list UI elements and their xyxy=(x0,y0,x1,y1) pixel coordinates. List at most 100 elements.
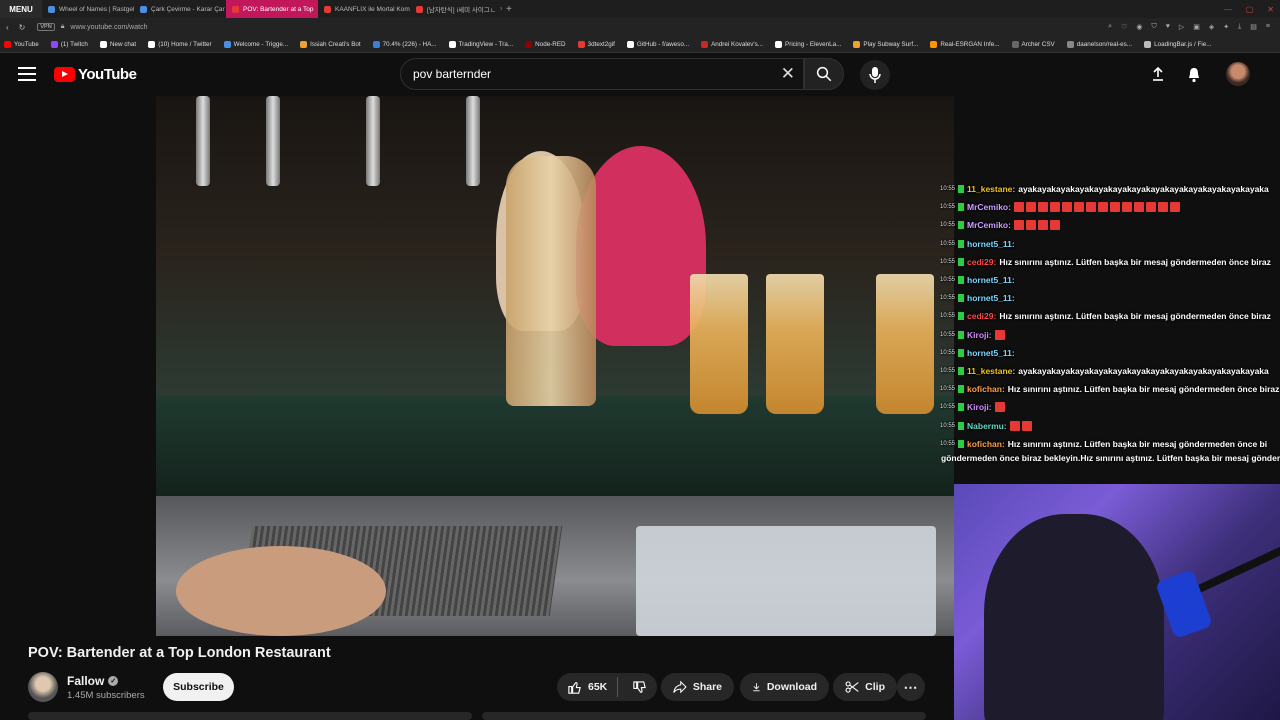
tab-label: Çark Çevirme - Karar Çar xyxy=(151,5,225,13)
thumbs-down-icon[interactable] xyxy=(632,680,647,695)
camera-icon[interactable]: ◉ xyxy=(1136,23,1142,31)
zoom-icon[interactable]: ⌕ xyxy=(1108,23,1112,31)
bookmark-label: Issiah Creati's Bot xyxy=(310,40,361,48)
chat-emotes xyxy=(1013,202,1180,213)
clear-search-icon[interactable]: ✕ xyxy=(781,65,795,83)
reload-icon[interactable]: ↻ xyxy=(19,23,26,32)
clip-button[interactable]: Clip xyxy=(833,673,897,701)
url-text[interactable]: www.youtube.com/watch xyxy=(70,24,147,31)
bookmark-favicon-icon xyxy=(701,40,709,48)
like-button[interactable]: 65K xyxy=(557,673,607,701)
bookmark-item[interactable]: New chat xyxy=(99,40,136,48)
box-icon[interactable]: ▣ xyxy=(1193,23,1200,31)
bookmark-item[interactable]: Issiah Creati's Bot xyxy=(300,40,361,48)
search-button[interactable] xyxy=(804,58,844,90)
emote-icon xyxy=(1025,220,1036,231)
thumbs-up-icon xyxy=(568,681,581,694)
more-actions-button[interactable]: ⋯ xyxy=(897,673,925,701)
browser-tab[interactable]: Wheel of Names | Rastgel× xyxy=(42,0,134,18)
youtube-wordmark: YouTube xyxy=(78,66,137,83)
new-tab-icon[interactable]: + xyxy=(506,4,512,15)
shield-icon[interactable]: ⛉ xyxy=(1151,23,1156,31)
bookmark-favicon-icon xyxy=(99,40,107,48)
verified-check-icon: ✓ xyxy=(108,676,119,686)
bookmark-item[interactable]: (10) Home / Twitter xyxy=(148,40,212,48)
cube-icon[interactable]: ◈ xyxy=(1209,23,1214,31)
chat-badge-icon xyxy=(958,203,965,212)
guide-menu-icon[interactable] xyxy=(18,67,36,81)
heart-icon[interactable]: ♥ xyxy=(1166,23,1170,31)
download-icon[interactable]: ⤓ xyxy=(1238,23,1241,31)
bookmark-item[interactable]: Andrei Kovalev's... xyxy=(701,40,763,48)
channel-avatar[interactable] xyxy=(28,672,58,702)
create-upload-icon[interactable] xyxy=(1150,66,1166,87)
puzzle-icon[interactable]: ✦ xyxy=(1223,23,1229,31)
chat-timestamp: 10:55 xyxy=(940,349,956,356)
close-window-icon[interactable]: ✕ xyxy=(1267,5,1274,14)
chat-badge-icon xyxy=(958,385,965,394)
share-button[interactable]: Share xyxy=(661,673,734,701)
bookmark-label: GitHub - f/aweso... xyxy=(636,40,690,48)
maximize-icon[interactable]: ▢ xyxy=(1246,5,1254,14)
browser-tab[interactable]: Çark Çevirme - Karar Çar× xyxy=(134,0,226,18)
chat-badge-icon xyxy=(958,366,965,375)
browser-tab[interactable]: [남자탄식] ⅰ세미 사이그ㄴ × xyxy=(410,0,502,18)
tab-close-icon[interactable]: × xyxy=(500,6,502,13)
emote-icon xyxy=(1013,220,1024,231)
bookmark-item[interactable]: Node-RED xyxy=(525,40,566,48)
bookmark-item[interactable]: LoadingBar.js / Fie... xyxy=(1144,40,1212,48)
bookmark-label: LoadingBar.js / Fie... xyxy=(1154,40,1212,48)
bookmark-item[interactable]: YouTube xyxy=(4,40,39,48)
chat-username: 11_kestane: xyxy=(967,365,1016,376)
browser-tab[interactable]: POV: Bartender at a Top× xyxy=(226,0,318,18)
notifications-bell-icon[interactable] xyxy=(1186,66,1202,88)
bookmark-item[interactable]: TradingView - Tra... xyxy=(448,40,513,48)
browser-tab[interactable]: KAANFLIX ile Mortal Kom× xyxy=(318,0,410,18)
bookmark-item[interactable]: (1) Twitch xyxy=(50,40,88,48)
emote-icon xyxy=(1009,420,1020,431)
emote-icon xyxy=(1073,202,1084,213)
chat-badge-icon xyxy=(958,185,965,194)
bookmark-item[interactable]: Archer CSV xyxy=(1011,40,1055,48)
sidebar-icon[interactable]: ▤ xyxy=(1250,23,1257,31)
chat-message: 10:55 11_kestane: ayakayakayakayakayakayak… xyxy=(940,180,1280,198)
youtube-logo[interactable]: YouTube xyxy=(54,66,137,83)
back-icon[interactable]: ‹ xyxy=(6,23,9,32)
emote-icon xyxy=(1061,202,1072,213)
bookmark-icon[interactable]: ♡ xyxy=(1121,23,1127,31)
emote-icon xyxy=(1133,202,1144,213)
subscribe-button[interactable]: Subscribe xyxy=(163,673,234,701)
share-arrow-icon xyxy=(673,680,687,694)
bookmark-item[interactable]: daanelson/real-es... xyxy=(1066,40,1132,48)
browser-menu-button[interactable]: MENU xyxy=(0,0,42,18)
vpn-badge[interactable]: VPN xyxy=(37,23,55,31)
bookmark-item[interactable]: Real-ESRGAN Infe... xyxy=(930,40,1000,48)
bookmark-item[interactable]: Play Subway Surf... xyxy=(853,40,918,48)
chat-badge-icon xyxy=(958,348,965,357)
minimize-icon[interactable]: — xyxy=(1224,5,1232,14)
tab-list: Wheel of Names | Rastgel×Çark Çevirme - … xyxy=(42,0,502,18)
chat-username: MrCemiko: xyxy=(967,220,1011,231)
bookmark-item[interactable]: Welcome - Trigge... xyxy=(223,40,288,48)
play-icon[interactable]: ▷ xyxy=(1179,23,1184,31)
chat-text: Hız sınırını aştınız. Lütfen başka bir m… xyxy=(1007,438,1268,449)
video-player[interactable] xyxy=(156,96,954,636)
channel-name[interactable]: Fallow xyxy=(67,674,104,688)
account-avatar[interactable] xyxy=(1226,62,1250,86)
emote-icon xyxy=(1097,202,1108,213)
chat-message: 10:55 Kiroji: xyxy=(940,326,1280,344)
bookmark-item[interactable]: 70.4% (226) - HA... xyxy=(372,40,437,48)
chat-username: cedi29: xyxy=(967,311,997,322)
chat-timestamp: 10:55 xyxy=(940,258,956,265)
chat-continuation-text: göndermeden önce biraz bekleyin.Hız sını… xyxy=(941,452,1280,463)
chat-badge-icon xyxy=(958,403,965,412)
voice-search-button[interactable] xyxy=(860,60,890,90)
bookmark-item[interactable]: 3dtext2gif xyxy=(577,40,615,48)
download-arrow-icon xyxy=(753,683,760,692)
chat-timestamp: 10:55 xyxy=(940,204,956,211)
search-input[interactable] xyxy=(411,66,755,82)
download-button[interactable]: Download xyxy=(740,673,829,701)
bookmark-item[interactable]: Pricing - ElevenLa... xyxy=(775,40,841,48)
menu-icon[interactable]: ≡ xyxy=(1266,23,1270,31)
bookmark-item[interactable]: GitHub - f/aweso... xyxy=(626,40,690,48)
